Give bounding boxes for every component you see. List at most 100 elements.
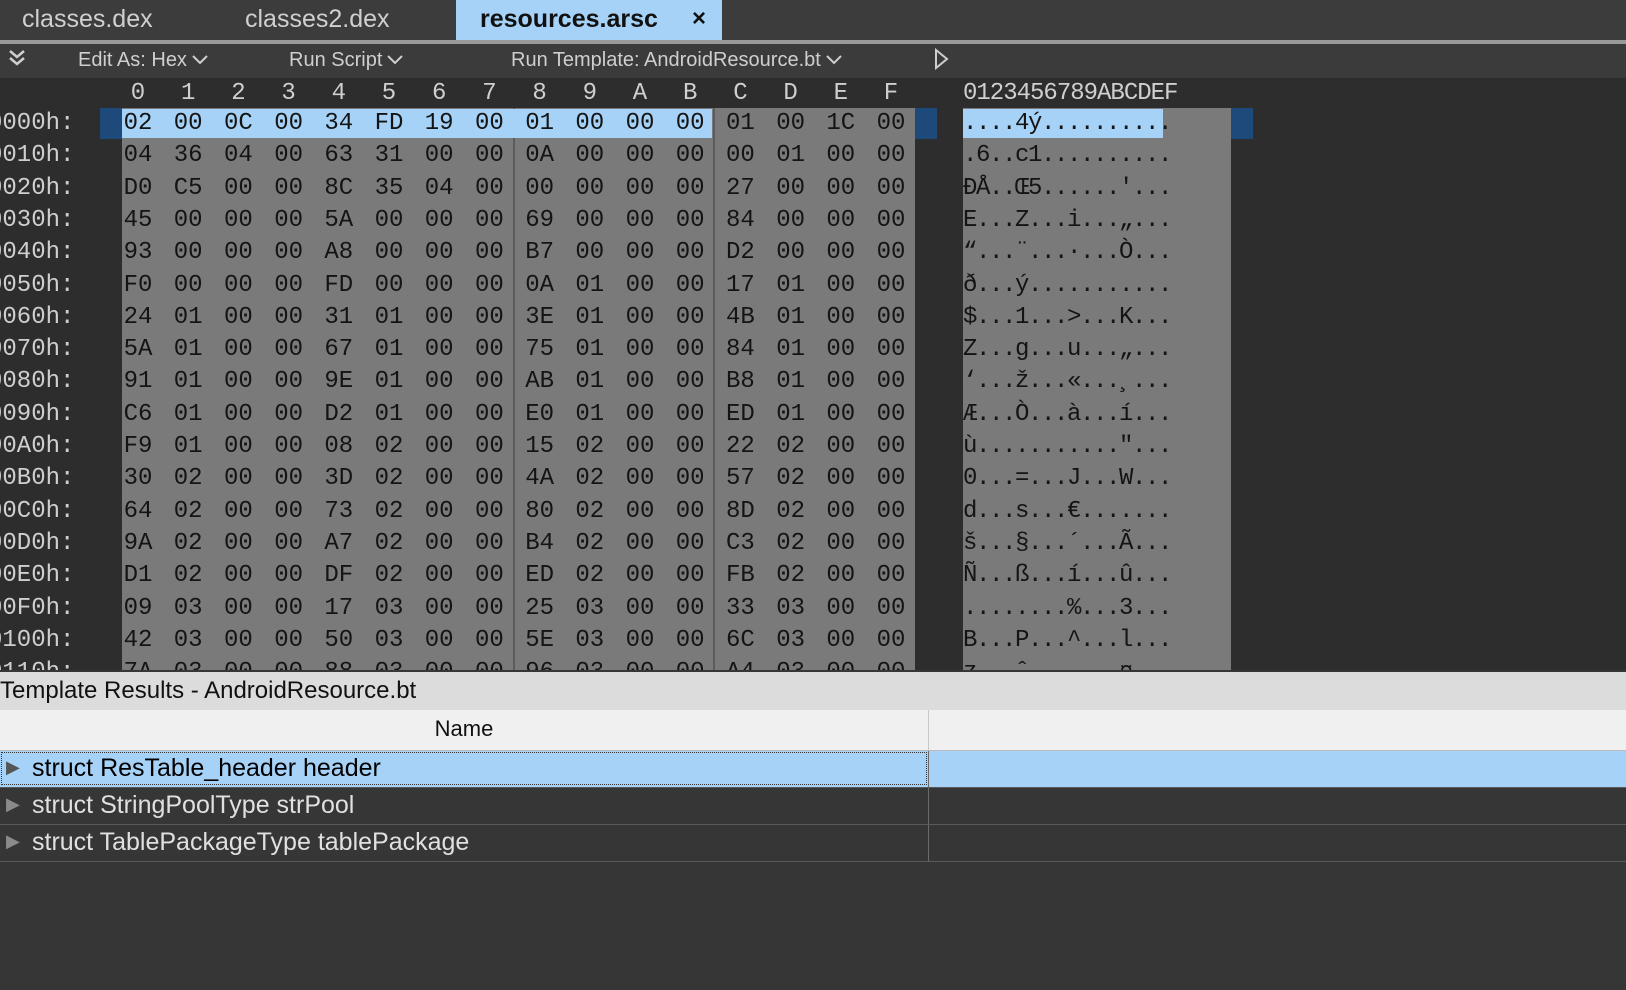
hex-byte[interactable]: 80: [520, 498, 560, 525]
hex-byte[interactable]: 00: [670, 110, 710, 137]
hex-byte[interactable]: 00: [269, 465, 309, 492]
hex-byte[interactable]: 8C: [319, 175, 359, 202]
hex-byte[interactable]: 03: [771, 595, 811, 622]
hex-byte[interactable]: FD: [369, 110, 409, 137]
hex-byte[interactable]: FD: [319, 272, 359, 299]
hex-byte[interactable]: A7: [319, 530, 359, 557]
hex-byte[interactable]: 00: [218, 498, 258, 525]
hex-byte[interactable]: 9E: [319, 368, 359, 395]
hex-byte[interactable]: 00: [620, 110, 660, 137]
hex-byte[interactable]: 00: [419, 368, 459, 395]
hex-byte[interactable]: 03: [570, 659, 610, 670]
hex-byte[interactable]: 00: [469, 498, 509, 525]
hex-byte[interactable]: 01: [570, 368, 610, 395]
ascii-text[interactable]: š...§...´...Ã...: [963, 530, 1172, 557]
hex-byte[interactable]: 00: [670, 659, 710, 670]
run-script-dropdown[interactable]: Run Script: [289, 49, 404, 72]
hex-byte[interactable]: 00: [871, 562, 911, 589]
hex-byte[interactable]: 93: [118, 239, 158, 266]
hex-byte[interactable]: 02: [168, 465, 208, 492]
hex-byte[interactable]: 4B: [720, 304, 760, 331]
ascii-text[interactable]: ........%...3...: [963, 595, 1172, 622]
hex-byte[interactable]: 00: [218, 659, 258, 670]
hex-byte[interactable]: 00: [570, 110, 610, 137]
hex-byte[interactable]: 00: [419, 530, 459, 557]
hex-byte[interactable]: 00: [269, 562, 309, 589]
hex-byte[interactable]: 02: [369, 465, 409, 492]
hex-byte[interactable]: 03: [168, 595, 208, 622]
hex-byte[interactable]: 00: [419, 465, 459, 492]
hex-byte[interactable]: 00: [620, 368, 660, 395]
hex-byte[interactable]: 00: [620, 659, 660, 670]
hex-byte[interactable]: 00: [369, 239, 409, 266]
hex-byte[interactable]: 00: [520, 175, 560, 202]
column-header-name[interactable]: Name: [0, 716, 928, 742]
hex-byte[interactable]: 00: [871, 110, 911, 137]
hex-byte[interactable]: 00: [469, 433, 509, 460]
hex-byte[interactable]: 02: [369, 433, 409, 460]
hex-byte[interactable]: 00: [419, 627, 459, 654]
hex-byte[interactable]: 00: [269, 142, 309, 169]
hex-byte[interactable]: 00: [871, 433, 911, 460]
hex-byte[interactable]: 02: [369, 530, 409, 557]
hex-byte[interactable]: 00: [469, 627, 509, 654]
hex-byte[interactable]: 00: [419, 433, 459, 460]
hex-byte[interactable]: 17: [720, 272, 760, 299]
hex-byte[interactable]: 00: [218, 595, 258, 622]
hex-byte[interactable]: 00: [871, 595, 911, 622]
hex-byte[interactable]: 00: [821, 562, 861, 589]
ascii-text[interactable]: Z...g...u...„...: [963, 336, 1172, 363]
hex-byte[interactable]: 00: [269, 433, 309, 460]
hex-byte[interactable]: 01: [369, 304, 409, 331]
hex-byte[interactable]: 00: [469, 368, 509, 395]
ascii-text[interactable]: ù..........."...: [963, 433, 1172, 460]
hex-byte[interactable]: 00: [670, 498, 710, 525]
hex-byte[interactable]: F0: [118, 272, 158, 299]
hex-byte[interactable]: 02: [570, 562, 610, 589]
hex-byte[interactable]: 02: [369, 562, 409, 589]
hex-byte[interactable]: 1C: [821, 110, 861, 137]
hex-byte[interactable]: 73: [319, 498, 359, 525]
hex-byte[interactable]: 00: [168, 239, 208, 266]
hex-byte[interactable]: 00: [369, 207, 409, 234]
hex-byte[interactable]: 00: [269, 401, 309, 428]
hex-byte[interactable]: 01: [168, 304, 208, 331]
hex-byte[interactable]: 0C: [218, 110, 258, 137]
hex-byte[interactable]: 00: [670, 336, 710, 363]
hex-byte[interactable]: 91: [118, 368, 158, 395]
tree-row-tablepackage[interactable]: ▶ struct TablePackageType tablePackage: [0, 825, 1626, 862]
hex-byte[interactable]: 3E: [520, 304, 560, 331]
hex-byte[interactable]: 19: [419, 110, 459, 137]
hex-byte[interactable]: C6: [118, 401, 158, 428]
hex-byte[interactable]: B8: [720, 368, 760, 395]
tree-row-strpool[interactable]: ▶ struct StringPoolType strPool: [0, 788, 1626, 825]
hex-byte[interactable]: 00: [419, 272, 459, 299]
hex-byte[interactable]: 00: [269, 175, 309, 202]
hex-byte[interactable]: 25: [520, 595, 560, 622]
ascii-text[interactable]: 0...=...J...W...: [963, 465, 1172, 492]
hex-byte[interactable]: 01: [369, 336, 409, 363]
hex-byte[interactable]: 00: [218, 207, 258, 234]
ascii-text[interactable]: Æ...Ò...à...í...: [963, 401, 1172, 428]
ascii-text[interactable]: Ñ...ß...í...û...: [963, 562, 1172, 589]
hex-byte[interactable]: 02: [570, 465, 610, 492]
hex-byte[interactable]: 01: [771, 272, 811, 299]
hex-byte[interactable]: 00: [269, 304, 309, 331]
hex-byte[interactable]: 01: [771, 142, 811, 169]
hex-byte[interactable]: 02: [168, 530, 208, 557]
hex-byte[interactable]: 00: [821, 530, 861, 557]
hex-byte[interactable]: 00: [871, 401, 911, 428]
hex-byte[interactable]: 01: [771, 336, 811, 363]
hex-byte[interactable]: 00: [670, 465, 710, 492]
hex-byte[interactable]: 02: [771, 433, 811, 460]
hex-byte[interactable]: 01: [570, 401, 610, 428]
hex-byte[interactable]: 03: [369, 595, 409, 622]
hex-byte[interactable]: 00: [168, 272, 208, 299]
hex-byte[interactable]: 00: [620, 207, 660, 234]
hex-byte[interactable]: 00: [369, 272, 409, 299]
hex-byte[interactable]: DF: [319, 562, 359, 589]
hex-byte[interactable]: 01: [168, 336, 208, 363]
hex-byte[interactable]: 00: [469, 110, 509, 137]
hex-byte[interactable]: 36: [168, 142, 208, 169]
hex-byte[interactable]: 00: [771, 175, 811, 202]
